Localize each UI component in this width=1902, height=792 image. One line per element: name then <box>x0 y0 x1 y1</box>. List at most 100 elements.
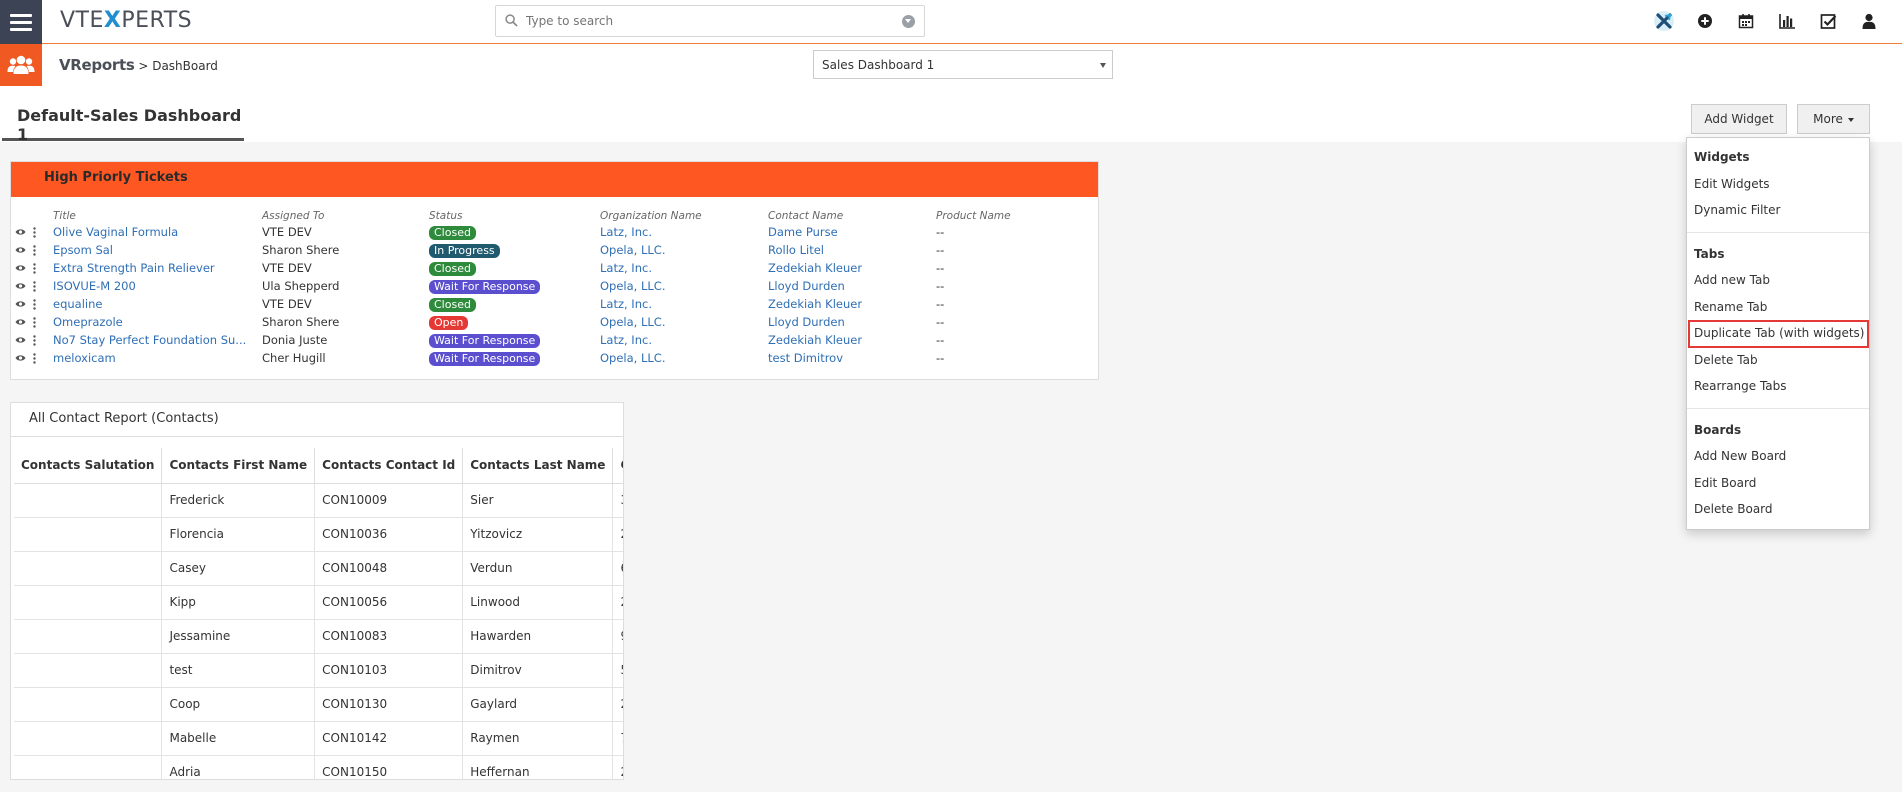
table-row[interactable]: CoopCON10130Gaylard202 <box>14 687 623 722</box>
menu-item-edit-board[interactable]: Edit Board <box>1694 476 1756 490</box>
kebab-menu-icon[interactable] <box>33 353 36 364</box>
column-header-assigned[interactable]: Assigned To <box>262 210 324 222</box>
add-widget-button[interactable]: Add Widget <box>1691 104 1787 134</box>
menu-icon[interactable] <box>0 0 42 44</box>
menu-item-add-new-board[interactable]: Add New Board <box>1694 449 1786 463</box>
table-row[interactable]: Olive Vaginal Formula VTE DEV Closed Latz, … <box>11 224 1098 242</box>
add-icon[interactable] <box>1694 10 1716 32</box>
ticket-contact-link[interactable]: Lloyd Durden <box>768 279 845 293</box>
table-row[interactable]: meloxicam Cher Hugill Wait For Response Ope… <box>11 350 1098 368</box>
column-header-contact[interactable]: Contact Name <box>768 210 843 222</box>
menu-item-delete-tab[interactable]: Delete Tab <box>1694 353 1758 367</box>
ticket-title-link[interactable]: Epsom Sal <box>53 243 113 257</box>
table-row[interactable]: testCON10103Dimitrov512 <box>14 653 623 688</box>
column-header-organization[interactable]: Organization Name <box>600 210 702 222</box>
ticket-title-link[interactable]: meloxicam <box>53 351 116 365</box>
breadcrumb-module[interactable]: VReports <box>59 56 135 74</box>
ticket-contact-link[interactable]: test Dimitrov <box>768 351 843 365</box>
ticket-organization-link[interactable]: Latz, Inc. <box>600 225 652 239</box>
table-row[interactable]: MabelleCON10142Raymen763 <box>14 721 623 756</box>
ticket-product: -- <box>936 315 945 329</box>
search-input[interactable] <box>526 11 886 31</box>
eye-icon[interactable] <box>15 354 26 362</box>
task-icon[interactable] <box>1817 10 1839 32</box>
column-header-last-name[interactable]: Contacts Last Name <box>462 448 614 484</box>
table-row[interactable]: No7 Stay Perfect Foundation Su... Donia J… <box>11 332 1098 350</box>
table-row[interactable]: KippCON10056Linwood216 <box>14 585 623 620</box>
column-header-first-name[interactable]: Contacts First Name <box>161 448 316 484</box>
ticket-organization-link[interactable]: Opela, LLC. <box>600 279 665 293</box>
kebab-menu-icon[interactable] <box>33 335 36 346</box>
ticket-contact-link[interactable]: Zedekiah Kleuer <box>768 261 862 275</box>
ticket-title-link[interactable]: Extra Strength Pain Reliever <box>53 261 215 275</box>
eye-icon[interactable] <box>15 246 26 254</box>
table-row[interactable]: ISOVUE-M 200 Ula Shepperd Wait For Respons… <box>11 278 1098 296</box>
column-header-title[interactable]: Title <box>53 210 76 222</box>
user-icon[interactable] <box>1858 10 1880 32</box>
ticket-contact-link[interactable]: Lloyd Durden <box>768 315 845 329</box>
ticket-title-link[interactable]: equaline <box>53 297 102 311</box>
table-row[interactable]: Omeprazole Sharon Shere Open Opela, LLC. Llo… <box>11 314 1098 332</box>
column-header-truncated[interactable]: Cor <box>612 448 623 484</box>
ticket-organization-link[interactable]: Opela, LLC. <box>600 351 665 365</box>
ticket-organization-link[interactable]: Latz, Inc. <box>600 297 652 311</box>
cell-contact-id: CON10056 <box>314 585 464 620</box>
kebab-menu-icon[interactable] <box>33 281 36 292</box>
kebab-menu-icon[interactable] <box>33 263 36 274</box>
eye-icon[interactable] <box>15 300 26 308</box>
ticket-organization-link[interactable]: Latz, Inc. <box>600 333 652 347</box>
table-row[interactable]: FrederickCON10009Sier320 <box>14 483 623 518</box>
cell-contact-id: CON10083 <box>314 619 464 654</box>
calendar-icon[interactable] <box>1735 10 1757 32</box>
ticket-product: -- <box>936 351 945 365</box>
table-row[interactable]: JessamineCON10083Hawarden916 <box>14 619 623 654</box>
ticket-title-link[interactable]: Olive Vaginal Formula <box>53 225 178 239</box>
ticket-organization-link[interactable]: Opela, LLC. <box>600 315 665 329</box>
ticket-contact-link[interactable]: Rollo Litel <box>768 243 824 257</box>
widget-header[interactable]: High Priorly Tickets <box>11 162 1098 197</box>
menu-item-delete-board[interactable]: Delete Board <box>1694 502 1773 516</box>
column-header-status[interactable]: Status <box>429 210 462 222</box>
table-row[interactable]: AdriaCON10150Heffernan202 <box>14 755 623 779</box>
ticket-contact-link[interactable]: Zedekiah Kleuer <box>768 297 862 311</box>
menu-item-dynamic-filter[interactable]: Dynamic Filter <box>1694 203 1780 217</box>
kebab-menu-icon[interactable] <box>33 227 36 238</box>
eye-icon[interactable] <box>15 336 26 344</box>
eye-icon[interactable] <box>15 228 26 236</box>
users-group-icon[interactable] <box>0 44 42 86</box>
ticket-organization-link[interactable]: Latz, Inc. <box>600 261 652 275</box>
menu-item-edit-widgets[interactable]: Edit Widgets <box>1694 177 1770 191</box>
more-button[interactable]: More <box>1797 104 1870 134</box>
eye-icon[interactable] <box>15 264 26 272</box>
ticket-title-link[interactable]: ISOVUE-M 200 <box>53 279 136 293</box>
search-options-icon[interactable] <box>902 15 915 28</box>
table-row[interactable]: Epsom Sal Sharon Shere In Progress Opela, L… <box>11 242 1098 260</box>
table-row[interactable]: FlorenciaCON10036Yitzovicz281 <box>14 517 623 552</box>
ticket-title-link[interactable]: No7 Stay Perfect Foundation Su... <box>53 333 246 347</box>
ticket-contact-link[interactable]: Zedekiah Kleuer <box>768 333 862 347</box>
column-header-contact-id[interactable]: Contacts Contact Id <box>314 448 464 484</box>
table-row[interactable]: Extra Strength Pain Reliever VTE DEV Close… <box>11 260 1098 278</box>
app-logo[interactable]: VTEXPERTS <box>60 8 192 33</box>
menu-item-duplicate-tab[interactable]: Duplicate Tab (with widgets) <box>1694 326 1864 340</box>
menu-item-rearrange-tabs[interactable]: Rearrange Tabs <box>1694 379 1787 393</box>
bar-chart-icon[interactable] <box>1776 10 1798 32</box>
dashboard-select[interactable]: Sales Dashboard 1 <box>813 50 1113 79</box>
ticket-title-link[interactable]: Omeprazole <box>53 315 123 329</box>
cell-contact-id: CON10009 <box>314 483 464 518</box>
ticket-organization-link[interactable]: Opela, LLC. <box>600 243 665 257</box>
tab-default-sales-dashboard[interactable]: Default-Sales Dashboard 1 <box>2 86 244 144</box>
eye-icon[interactable] <box>15 282 26 290</box>
eye-icon[interactable] <box>15 318 26 326</box>
table-row[interactable]: CaseyCON10048Verdun614 <box>14 551 623 586</box>
kebab-menu-icon[interactable] <box>33 245 36 256</box>
kebab-menu-icon[interactable] <box>33 299 36 310</box>
vtexperts-icon[interactable] <box>1653 10 1675 32</box>
menu-item-add-new-tab[interactable]: Add new Tab <box>1694 273 1770 287</box>
table-row[interactable]: equaline VTE DEV Closed Latz, Inc. Zedekiah … <box>11 296 1098 314</box>
column-header-salutation[interactable]: Contacts Salutation <box>14 448 163 484</box>
column-header-product[interactable]: Product Name <box>936 210 1011 222</box>
kebab-menu-icon[interactable] <box>33 317 36 328</box>
ticket-contact-link[interactable]: Dame Purse <box>768 225 838 239</box>
menu-item-rename-tab[interactable]: Rename Tab <box>1694 300 1767 314</box>
